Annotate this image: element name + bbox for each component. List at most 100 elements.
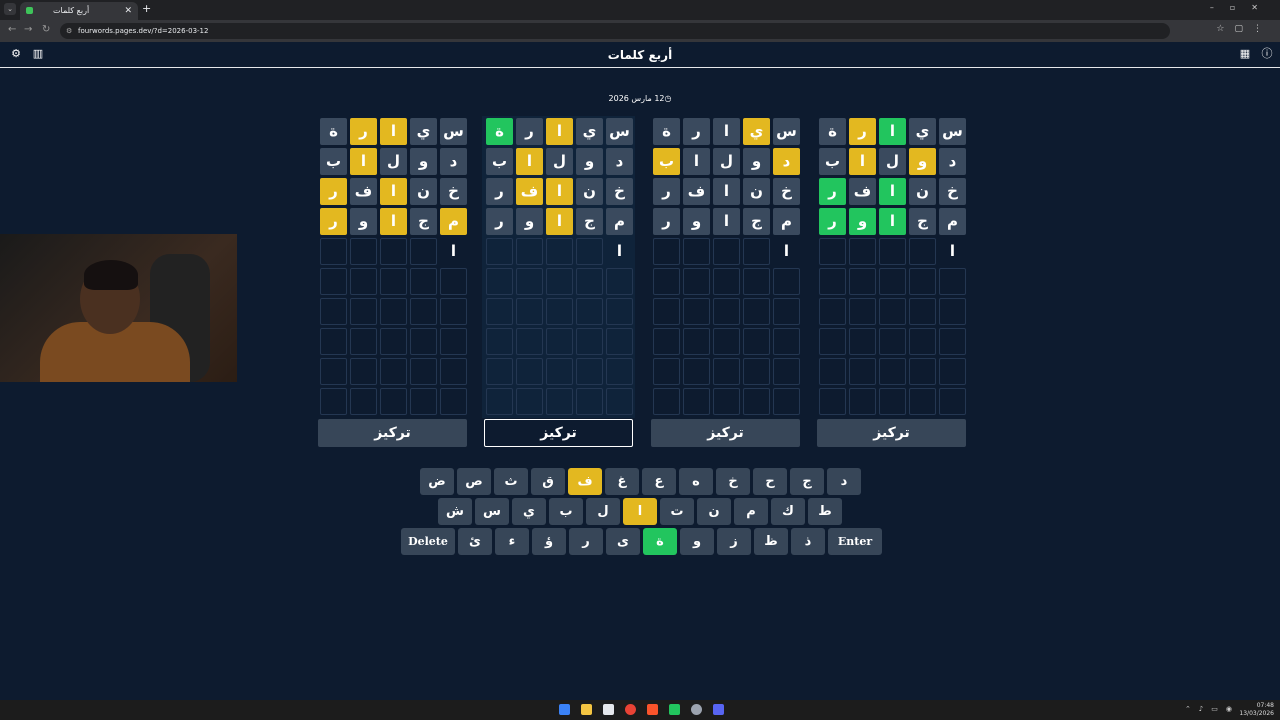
forward-icon[interactable]: → (24, 24, 32, 35)
site-info-icon[interactable]: ⚙ (66, 23, 72, 39)
delete-key[interactable]: Delete (401, 528, 455, 555)
keyboard-key[interactable]: ع (642, 468, 676, 495)
brave-icon[interactable] (647, 704, 658, 715)
board-cell (410, 268, 437, 295)
board-cell (939, 358, 966, 385)
board-cell: د (440, 148, 467, 175)
new-tab-icon[interactable]: + (142, 2, 151, 15)
board-cell: م (773, 208, 800, 235)
start-icon[interactable] (559, 704, 570, 715)
focus-button-1[interactable]: تركيز (318, 419, 467, 447)
close-tab-icon[interactable]: ✕ (124, 2, 132, 20)
keyboard-key[interactable]: ح (753, 468, 787, 495)
keyboard-key[interactable]: ص (457, 468, 491, 495)
board-cell: ا (546, 118, 573, 145)
app-icon[interactable] (691, 704, 702, 715)
discord-icon[interactable] (713, 704, 724, 715)
board-cell (350, 298, 377, 325)
focus-button-4[interactable]: تركيز (817, 419, 966, 447)
keyboard-key[interactable]: و (680, 528, 714, 555)
focus-button-2[interactable]: تركيز (484, 419, 633, 447)
board-cell: ر (486, 208, 513, 235)
keyboard-key[interactable]: ر (569, 528, 603, 555)
calendar-icon[interactable]: ▦ (1238, 47, 1252, 61)
keyboard-key[interactable]: ف (568, 468, 602, 495)
keyboard-key[interactable]: ج (790, 468, 824, 495)
reload-icon[interactable]: ↻ (42, 24, 50, 35)
info-icon[interactable]: ⓘ (1260, 47, 1274, 61)
keyboard-key[interactable]: ى (606, 528, 640, 555)
taskbar-clock[interactable]: 07:48 13/03/2026 (1239, 702, 1274, 718)
keyboard-key[interactable]: ش (438, 498, 472, 525)
board-cell (653, 238, 680, 265)
toolbar-actions[interactable]: ☆▢⋮ (1216, 24, 1272, 34)
keyboard-key[interactable]: ي (512, 498, 546, 525)
board-cell (743, 358, 770, 385)
tab-title: أربع كلمات (53, 6, 90, 15)
address-bar[interactable]: ⚙ fourwords.pages.dev/?d=2026-03-12 (60, 23, 1170, 39)
keyboard-key[interactable]: ه (679, 468, 713, 495)
board-cell: ا (616, 242, 623, 260)
browser-tab[interactable]: أربع كلمات ✕ (20, 2, 138, 20)
board-cell (743, 268, 770, 295)
board-4: سيارةدولابخنافرمجاورا (815, 116, 968, 418)
board-cell (909, 268, 936, 295)
browser-toolbar: ← → ↻ ⚙ fourwords.pages.dev/?d=2026-03-12… (0, 20, 1280, 42)
keyboard-key[interactable]: خ (716, 468, 750, 495)
board-cell: م (939, 208, 966, 235)
board-cell: ر (683, 118, 710, 145)
keyboard-key[interactable]: ء (495, 528, 529, 555)
keyboard-key[interactable]: ؤ (532, 528, 566, 555)
board-cell (909, 388, 936, 415)
file-explorer-icon[interactable] (581, 704, 592, 715)
keyboard-key[interactable]: ب (549, 498, 583, 525)
board-cell (819, 358, 846, 385)
board-cell (849, 238, 876, 265)
back-icon[interactable]: ← (8, 24, 16, 35)
board-cell (606, 358, 633, 385)
enter-key[interactable]: Enter (828, 528, 882, 555)
board-cell: ف (849, 178, 876, 205)
board-cell: ي (743, 118, 770, 145)
board-cell: ا (450, 242, 457, 260)
chrome-icon[interactable] (625, 704, 636, 715)
clock-icon: ◷ (664, 94, 672, 103)
keyboard-key[interactable]: ن (697, 498, 731, 525)
board-cell (606, 298, 633, 325)
keyboard-key[interactable]: ت (660, 498, 694, 525)
keyboard-key[interactable]: ظ (754, 528, 788, 555)
board-cell: ج (743, 208, 770, 235)
board-cell: ا (713, 178, 740, 205)
keyboard-key[interactable]: د (827, 468, 861, 495)
board-cell: ي (909, 118, 936, 145)
keyboard-key[interactable]: ض (420, 468, 454, 495)
board-cell (546, 388, 573, 415)
board-cell (516, 268, 543, 295)
app-icon[interactable] (669, 704, 680, 715)
keyboard-key[interactable]: ل (586, 498, 620, 525)
keyboard-key[interactable]: ك (771, 498, 805, 525)
keyboard-key[interactable]: ق (531, 468, 565, 495)
keyboard-key[interactable]: س (475, 498, 509, 525)
board-cell (320, 358, 347, 385)
board-cell (849, 268, 876, 295)
board-cell: ا (683, 148, 710, 175)
keyboard-key[interactable]: غ (605, 468, 639, 495)
keyboard-key[interactable]: ز (717, 528, 751, 555)
focus-button-3[interactable]: تركيز (651, 419, 800, 447)
keyboard-key[interactable]: ث (494, 468, 528, 495)
keyboard-key[interactable]: م (734, 498, 768, 525)
board-cell (653, 268, 680, 295)
board-cell: ر (486, 178, 513, 205)
board-cell: خ (939, 178, 966, 205)
tab-search-icon[interactable]: ⌄ (4, 3, 16, 15)
system-tray[interactable]: ⌃♪▭◉ (1185, 705, 1240, 713)
keyboard-key[interactable]: ذ (791, 528, 825, 555)
keyboard-key[interactable]: ئ (458, 528, 492, 555)
taskbar: ⌃♪▭◉ 07:48 13/03/2026 (0, 700, 1280, 720)
store-icon[interactable] (603, 704, 614, 715)
keyboard-key[interactable]: ة (643, 528, 677, 555)
window-controls[interactable]: –▫✕ (1210, 3, 1274, 12)
keyboard-key[interactable]: ا (623, 498, 657, 525)
keyboard-key[interactable]: ط (808, 498, 842, 525)
